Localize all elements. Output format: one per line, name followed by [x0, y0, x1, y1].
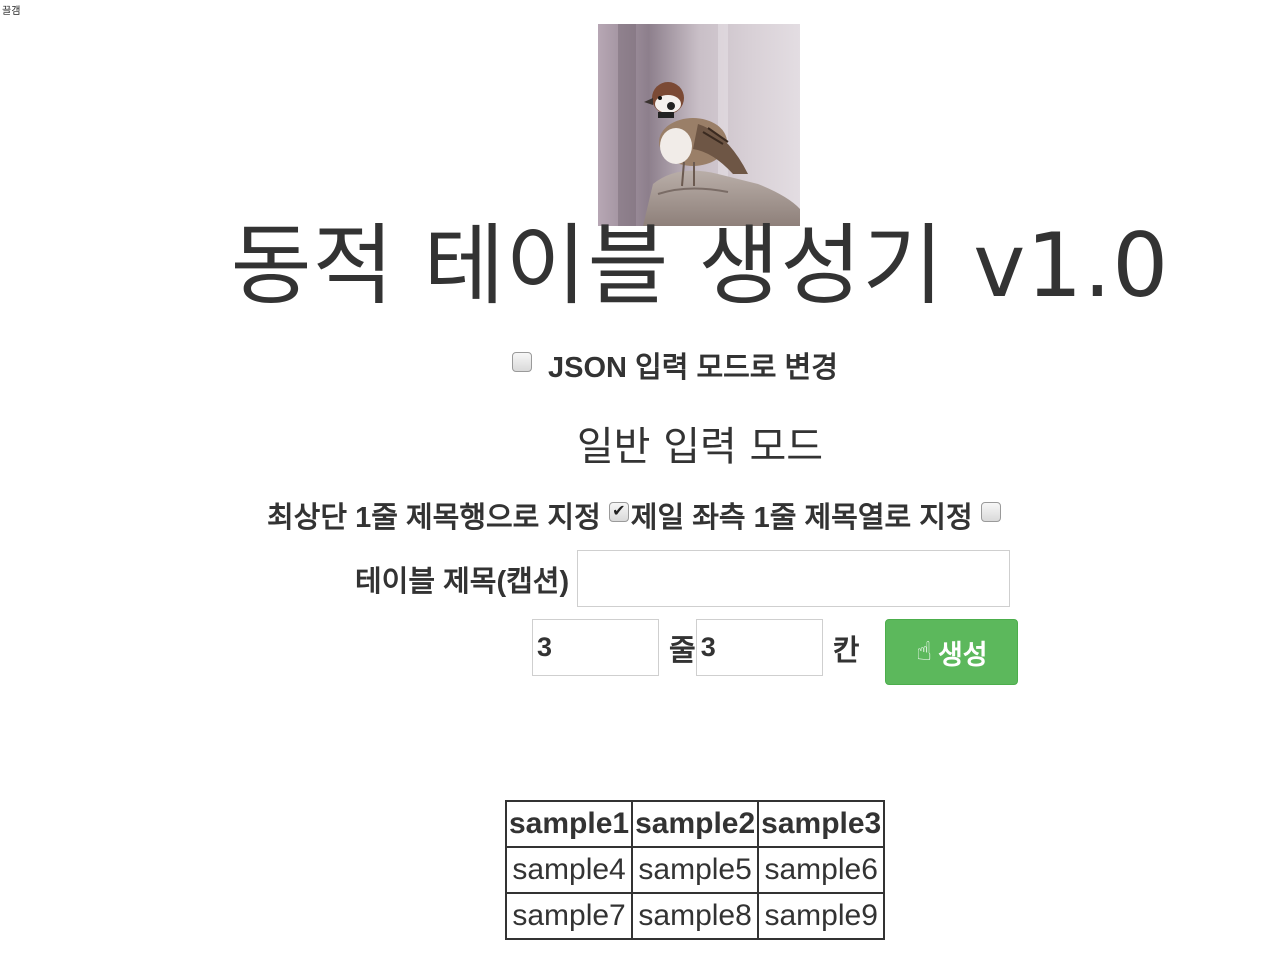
cols-input[interactable]	[695, 619, 823, 676]
section-title: 일반 입력 모드	[576, 424, 824, 470]
sparrow-logo-image	[598, 24, 800, 226]
table-cell: sample7	[504, 892, 634, 940]
page: 끌갬 동적 테이블 생성기 v1.0 JSON 입력 모드로 변경 일반 입력 …	[0, 0, 1287, 972]
table-row: sample4 sample5 sample6	[504, 846, 886, 894]
generate-button[interactable]: ☝ 생성	[885, 619, 1019, 685]
table-cell: sample4	[504, 846, 634, 894]
table-cell: sample9	[757, 892, 886, 940]
json-mode-toggle[interactable]: JSON 입력 모드로 변경	[512, 344, 838, 386]
page-title: 동적 테이블 생성기 v1.0	[230, 214, 1170, 317]
cols-unit-label: 칸	[832, 635, 860, 667]
header-row-checkbox[interactable]: ✔	[608, 502, 629, 522]
caption-input[interactable]	[577, 550, 1011, 607]
corner-label: 끌갬	[2, 6, 21, 17]
table-cell: sample5	[631, 846, 760, 894]
rows-unit-label: 줄	[669, 635, 696, 667]
header-col-checkbox[interactable]	[980, 502, 1001, 522]
rows-input[interactable]	[532, 619, 659, 676]
json-mode-label: JSON 입력 모드로 변경	[548, 352, 838, 384]
table-row: sample7 sample8 sample9	[504, 892, 886, 940]
header-row-label: 최상단 1줄 제목행으로 지정	[267, 502, 601, 534]
generate-button-label: 생성	[937, 639, 988, 671]
caption-label: 테이블 제목(캡션)	[355, 565, 570, 598]
table-cell: sample8	[631, 892, 760, 940]
hand-pointer-icon: ☝	[916, 637, 932, 667]
table-cell: sample6	[757, 846, 886, 894]
json-mode-checkbox[interactable]	[512, 352, 532, 372]
header-col-label: 제일 좌측 1줄 제목열로 지정	[630, 502, 973, 534]
result-table: sample1 sample2 sample3 sample4 sample5 …	[504, 800, 886, 940]
table-header-cell: sample3	[757, 800, 886, 848]
table-header-cell: sample2	[631, 800, 760, 848]
caption-row: 테이블 제목(캡션)	[355, 550, 1011, 607]
table-header-row: sample1 sample2 sample3	[504, 800, 886, 848]
size-row: 줄 칸 ☝ 생성	[532, 619, 1019, 685]
table-header-cell: sample1	[504, 800, 634, 848]
header-options-row: 최상단 1줄 제목행으로 지정 ✔ 제일 좌측 1줄 제목열로 지정	[267, 494, 1003, 536]
